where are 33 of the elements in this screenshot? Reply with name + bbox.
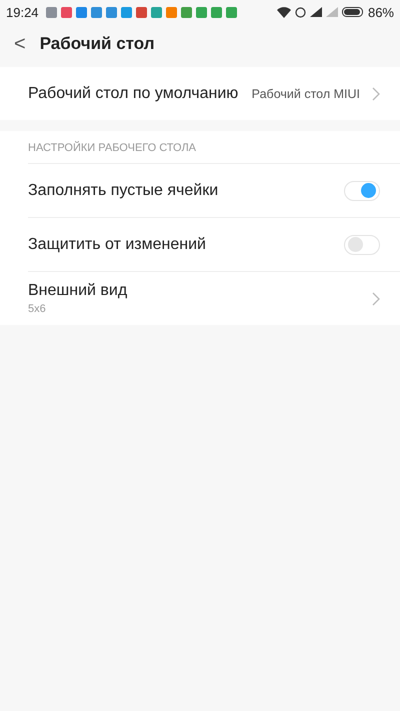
- notification-icon: [106, 6, 117, 18]
- notification-icon: [180, 6, 192, 18]
- notification-icon: [76, 6, 87, 18]
- notification-icon: [46, 6, 57, 18]
- signal-icon: [310, 7, 322, 17]
- setting-value: Рабочий стол MIUI: [252, 86, 360, 100]
- signal-icon: [326, 7, 338, 17]
- notification-icon: [226, 6, 237, 18]
- chevron-icon: [372, 292, 380, 306]
- setting-label: Защитить от изменений: [28, 236, 207, 254]
- notification-icon: [196, 6, 207, 18]
- back-button[interactable]: <: [14, 32, 26, 56]
- battery-icon: [342, 7, 364, 17]
- notification-icon: [150, 6, 162, 18]
- toggle-switch[interactable]: [344, 234, 380, 254]
- battery-percentage: 86%: [368, 4, 394, 20]
- roaming-icon: [294, 6, 306, 18]
- notification-icon: [120, 6, 132, 18]
- clock: 19:24: [6, 4, 39, 20]
- setting-subtitle: 5x6: [28, 303, 47, 315]
- setting-label[interactable]: Внешний вид: [28, 282, 372, 300]
- setting-label: Заполнять пустые ячейки: [28, 182, 220, 200]
- notification-icon: [166, 6, 177, 18]
- notification-icon: [90, 6, 102, 18]
- chevron-icon: [372, 86, 380, 100]
- section-title: НАСТРОЙКИ РАБОЧЕГО СТОЛА: [27, 140, 198, 156]
- notification-icon: [210, 6, 222, 18]
- screen-title: Рабочий стол: [40, 34, 155, 54]
- notification-icon: [60, 6, 72, 18]
- notification-icon: [136, 6, 147, 18]
- toggle-switch[interactable]: [344, 180, 380, 200]
- setting-label[interactable]: Рабочий стол по умолчанию: [28, 84, 252, 102]
- wifi-icon: [276, 6, 291, 18]
